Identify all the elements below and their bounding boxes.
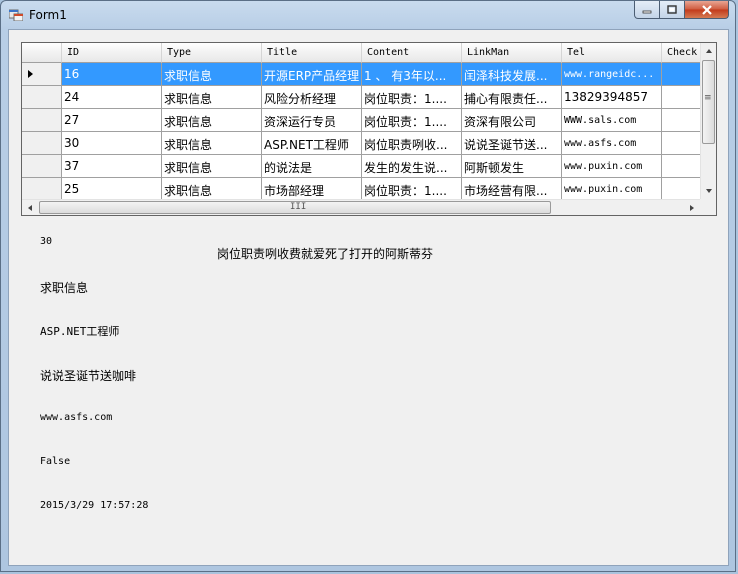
table-row[interactable]: 37 求职信息 的说法是 发生的发生说... 阿斯顿发生 www.puxin.c… [22,155,700,178]
current-row-arrow-icon [28,70,33,78]
cell-title[interactable]: 的说法是 [262,155,362,178]
title-label: ASP.NET工程师 [40,325,120,338]
cell-check[interactable] [662,132,700,155]
column-header-type[interactable]: Type [162,43,262,63]
date-label: 2015/3/29 17:57:28 [40,500,149,511]
horizontal-scrollbar[interactable]: III [22,199,700,215]
maximize-icon [667,5,677,14]
horizontal-scroll-grip: III [290,202,307,212]
cell-tel[interactable]: 13829394857 [562,86,662,109]
arrow-down-icon [706,189,712,193]
cell-content[interactable]: 岗位职责咧收... [362,132,462,155]
table-row[interactable]: 30 求职信息 ASP.NET工程师 岗位职责咧收... 说说圣诞节送... w… [22,132,700,155]
cell-content[interactable]: 发生的发生说... [362,155,462,178]
cell-id[interactable]: 30 [62,132,162,155]
grid-header-row: ID Type Title Content LinkMan Tel Check [22,43,700,63]
cell-check[interactable] [662,109,700,132]
cell-check[interactable] [662,155,700,178]
cell-check[interactable] [662,178,700,199]
table-row[interactable]: 24 求职信息 风险分析经理 岗位职责：1.... 捕心有限责任... 1382… [22,86,700,109]
column-header-title[interactable]: Title [262,43,362,63]
cell-linkman[interactable]: 捕心有限责任... [462,86,562,109]
cell-linkman[interactable]: 阿斯顿发生 [462,155,562,178]
type-label: 求职信息 [40,281,89,295]
cell-check[interactable] [662,63,700,86]
cell-id[interactable]: 25 [62,178,162,199]
row-header[interactable] [22,86,62,109]
cell-tel[interactable]: WWW.sals.com [562,109,662,132]
scroll-right-button[interactable] [684,200,700,215]
table-row[interactable]: 27 求职信息 资深运行专员 岗位职责：1.... 资深有限公司 WWW.sal… [22,109,700,132]
scroll-up-button[interactable] [701,43,716,59]
cell-title[interactable]: 开源ERP产品经理 [262,63,362,86]
cell-linkman[interactable]: 闰泽科技发展... [462,63,562,86]
cell-content[interactable]: 岗位职责：1.... [362,86,462,109]
column-header-id[interactable]: ID [62,43,162,63]
row-header[interactable] [22,109,62,132]
form1-window: Form1 ID Type Title Content LinkMan Tel … [0,0,736,572]
cell-type[interactable]: 求职信息 [162,132,262,155]
scrollbar-corner [700,199,716,215]
cell-tel[interactable]: www.puxin.com [562,178,662,199]
cell-type[interactable]: 求职信息 [162,86,262,109]
column-header-content[interactable]: Content [362,43,462,63]
column-header-tel[interactable]: Tel [562,43,662,63]
cell-id[interactable]: 27 [62,109,162,132]
content-label: 岗位职责咧收费就爱死了打开的阿斯蒂芬 [217,247,434,261]
cell-title[interactable]: 风险分析经理 [262,86,362,109]
linkman-label: 说说圣诞节送咖啡 [40,369,137,383]
row-header[interactable] [22,155,62,178]
cell-title[interactable]: 资深运行专员 [262,109,362,132]
maximize-button[interactable] [660,1,685,19]
data-grid-view[interactable]: ID Type Title Content LinkMan Tel Check … [21,42,717,216]
cell-tel[interactable]: www.asfs.com [562,132,662,155]
cell-linkman[interactable]: 资深有限公司 [462,109,562,132]
arrow-right-icon [690,205,694,211]
arrow-up-icon [706,49,712,53]
tel-label: www.asfs.com [40,412,113,423]
horizontal-scroll-thumb[interactable]: III [39,201,551,214]
column-header-check[interactable]: Check [662,43,700,63]
cell-linkman[interactable]: 市场经营有限... [462,178,562,199]
cell-content[interactable]: 1 、 有3年以... [362,63,462,86]
cell-title[interactable]: ASP.NET工程师 [262,132,362,155]
cell-check[interactable] [662,86,700,109]
vertical-scroll-thumb[interactable]: ≡ [702,60,715,144]
table-row[interactable]: 16 求职信息 开源ERP产品经理 1 、 有3年以... 闰泽科技发展... … [22,63,700,86]
cell-content[interactable]: 岗位职责：1.... [362,109,462,132]
row-header[interactable] [22,178,62,199]
column-header-linkman[interactable]: LinkMan [462,43,562,63]
cell-type[interactable]: 求职信息 [162,63,262,86]
arrow-left-icon [28,205,32,211]
cell-type[interactable]: 求职信息 [162,109,262,132]
id-label: 30 [40,236,53,247]
scroll-down-button[interactable] [701,183,716,199]
vertical-scroll-grip: ≡ [704,93,712,103]
window-title: Form1 [29,8,67,22]
app-icon [9,9,23,21]
title-bar[interactable]: Form1 [1,1,735,29]
row-header[interactable] [22,63,62,86]
form-client-area: ID Type Title Content LinkMan Tel Check … [8,29,729,566]
cell-linkman[interactable]: 说说圣诞节送... [462,132,562,155]
cell-content[interactable]: 岗位职责：1.... [362,178,462,199]
cell-tel[interactable]: www.puxin.com [562,155,662,178]
minimize-button[interactable] [634,1,660,19]
row-header[interactable] [22,132,62,155]
cell-id[interactable]: 24 [62,86,162,109]
cell-type[interactable]: 求职信息 [162,155,262,178]
cell-id[interactable]: 16 [62,63,162,86]
close-icon [701,4,712,15]
cell-id[interactable]: 37 [62,155,162,178]
minimize-icon [642,10,652,13]
grid-corner-header[interactable] [22,43,62,63]
cell-title[interactable]: 市场部经理 [262,178,362,199]
table-row[interactable]: 25 求职信息 市场部经理 岗位职责：1.... 市场经营有限... www.p… [22,178,700,199]
close-button[interactable] [685,1,729,19]
check-label: False [40,456,71,467]
cell-type[interactable]: 求职信息 [162,178,262,199]
scroll-left-button[interactable] [22,200,38,215]
cell-tel[interactable]: www.rangeidc... [562,63,662,86]
vertical-scrollbar[interactable]: ≡ [700,43,716,199]
